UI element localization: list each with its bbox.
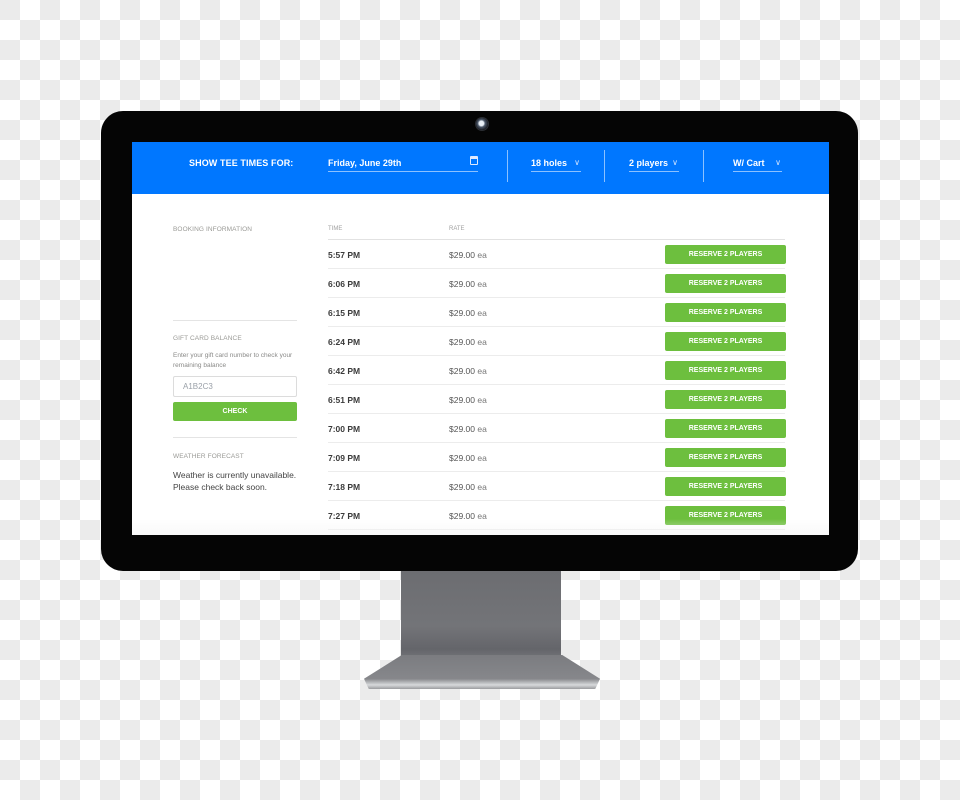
chevron-down-icon: ∨	[574, 158, 580, 167]
table-row: 7:18 PM $29.00 ea RESERVE 2 PLAYERS	[328, 472, 786, 501]
tee-time: 7:00 PM	[328, 424, 361, 434]
table-body: 5:57 PM $29.00 ea RESERVE 2 PLAYERS 6:06 PM…	[328, 240, 786, 530]
rate: $29.00 ea	[449, 279, 487, 289]
tee-time: 7:18 PM	[328, 482, 361, 492]
reserve-button[interactable]: RESERVE 2 PLAYERS	[665, 390, 786, 409]
tee-time-filter-bar: SHOW TEE TIMES FOR: Friday, June 29th 18…	[132, 142, 829, 194]
rate: $29.00 ea	[449, 250, 487, 260]
weather-message-line: Weather is currently unavailable.	[173, 470, 297, 480]
weather-message-line: Please check back soon.	[173, 481, 268, 492]
tee-time: 7:09 PM	[328, 453, 361, 463]
rate-amount: $29.00	[449, 424, 475, 434]
rate-unit: ea	[477, 337, 487, 347]
cart-dropdown[interactable]: W/ Cart ∨	[733, 156, 782, 172]
sidebar: BOOKING INFORMATION GIFT CARD BALANCE En…	[173, 194, 297, 493]
rate-amount: $29.00	[449, 511, 475, 521]
reserve-button[interactable]: RESERVE 2 PLAYERS	[665, 274, 786, 293]
booking-info-title: BOOKING INFORMATION	[173, 226, 253, 233]
table-header: TIME RATE	[328, 194, 785, 240]
chevron-down-icon: ∨	[775, 158, 781, 167]
tee-time: 6:24 PM	[328, 337, 361, 347]
rate-unit: ea	[477, 482, 487, 492]
rate: $29.00 ea	[449, 453, 487, 463]
rate-amount: $29.00	[449, 482, 475, 492]
rate: $29.00 ea	[449, 308, 487, 318]
rate-amount: $29.00	[449, 395, 475, 405]
table-row: 6:42 PM $29.00 ea RESERVE 2 PLAYERS	[328, 356, 786, 385]
sidebar-divider	[173, 320, 297, 321]
rate-amount: $29.00	[449, 337, 475, 347]
column-header-rate: RATE	[449, 226, 465, 232]
rate-unit: ea	[477, 308, 487, 318]
date-value: Friday, June 29th	[328, 158, 402, 168]
cart-value: W/ Cart	[733, 158, 765, 168]
webcam-icon	[476, 118, 488, 130]
table-row: 7:09 PM $29.00 ea RESERVE 2 PLAYERS	[328, 443, 786, 472]
reserve-button[interactable]: RESERVE 2 PLAYERS	[665, 477, 786, 496]
rate: $29.00 ea	[449, 424, 487, 434]
tee-time: 6:15 PM	[328, 308, 361, 318]
tee-time: 6:51 PM	[328, 395, 361, 405]
rate-unit: ea	[477, 279, 487, 289]
column-header-time: TIME	[328, 226, 343, 232]
rate-unit: ea	[477, 250, 487, 260]
table-row: 6:06 PM $29.00 ea RESERVE 2 PLAYERS	[328, 269, 786, 298]
filter-divider	[604, 150, 605, 182]
reserve-button[interactable]: RESERVE 2 PLAYERS	[665, 361, 786, 380]
tee-times-table: TIME RATE 5:57 PM $29.00 ea RESERVE 2 PLAY…	[328, 194, 786, 530]
rate: $29.00 ea	[449, 337, 487, 347]
filter-divider	[507, 150, 508, 182]
table-row: 6:24 PM $29.00 ea RESERVE 2 PLAYERS	[328, 327, 786, 356]
filter-divider	[703, 150, 704, 182]
gift-card-title: GIFT CARD BALANCE	[173, 335, 242, 342]
tee-time: 7:27 PM	[328, 511, 361, 521]
rate-amount: $29.00	[449, 366, 475, 376]
rate-unit: ea	[477, 366, 487, 376]
gift-card-input[interactable]	[173, 376, 297, 397]
calendar-icon[interactable]	[470, 156, 478, 165]
gift-card-help: Enter your gift card number to check you…	[173, 352, 293, 369]
rate-amount: $29.00	[449, 279, 475, 289]
reserve-button[interactable]: RESERVE 2 PLAYERS	[665, 506, 786, 525]
players-value: 2 players	[629, 158, 669, 168]
rate-unit: ea	[477, 424, 487, 434]
rate: $29.00 ea	[449, 366, 487, 376]
reserve-button[interactable]: RESERVE 2 PLAYERS	[665, 303, 786, 322]
date-picker[interactable]: Friday, June 29th	[328, 156, 478, 172]
table-row: 7:00 PM $29.00 ea RESERVE 2 PLAYERS	[328, 414, 786, 443]
tee-time: 6:42 PM	[328, 366, 361, 376]
holes-dropdown[interactable]: 18 holes ∨	[531, 156, 581, 172]
screen: SHOW TEE TIMES FOR: Friday, June 29th 18…	[132, 142, 829, 535]
reserve-button[interactable]: RESERVE 2 PLAYERS	[665, 245, 786, 264]
check-balance-button[interactable]: CHECK	[173, 402, 297, 421]
weather-message: Weather is currently unavailable. Please…	[173, 470, 297, 493]
rate-amount: $29.00	[449, 250, 475, 260]
rate-amount: $29.00	[449, 308, 475, 318]
rate: $29.00 ea	[449, 482, 487, 492]
reserve-button[interactable]: RESERVE 2 PLAYERS	[665, 332, 786, 351]
table-row: 5:57 PM $29.00 ea RESERVE 2 PLAYERS	[328, 240, 786, 269]
rate-amount: $29.00	[449, 453, 475, 463]
holes-value: 18 holes	[531, 158, 568, 168]
chevron-down-icon: ∨	[672, 158, 678, 167]
sidebar-divider	[173, 437, 297, 438]
table-row: 6:15 PM $29.00 ea RESERVE 2 PLAYERS	[328, 298, 786, 327]
tee-time: 5:57 PM	[328, 250, 361, 260]
rate-unit: ea	[477, 511, 487, 521]
monitor-stand-base	[364, 655, 600, 689]
table-row: 6:51 PM $29.00 ea RESERVE 2 PLAYERS	[328, 385, 786, 414]
rate: $29.00 ea	[449, 395, 487, 405]
reserve-button[interactable]: RESERVE 2 PLAYERS	[665, 419, 786, 438]
weather-title: WEATHER FORECAST	[173, 453, 244, 460]
rate: $29.00 ea	[449, 511, 487, 521]
tee-time: 6:06 PM	[328, 279, 361, 289]
rate-unit: ea	[477, 395, 487, 405]
players-dropdown[interactable]: 2 players ∨	[629, 156, 679, 172]
rate-unit: ea	[477, 453, 487, 463]
monitor-stand-neck	[401, 571, 561, 663]
reserve-button[interactable]: RESERVE 2 PLAYERS	[665, 448, 786, 467]
table-row: 7:27 PM $29.00 ea RESERVE 2 PLAYERS	[328, 501, 786, 530]
filter-label: SHOW TEE TIMES FOR:	[189, 158, 294, 168]
